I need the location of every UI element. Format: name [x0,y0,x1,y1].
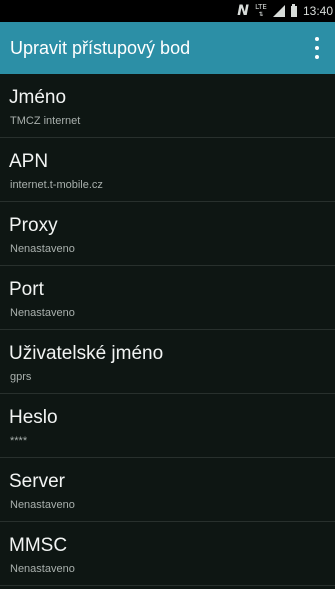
lte-arrows-icon: ⇅ [258,11,264,18]
lte-label: LTE [255,3,267,11]
setting-value: Nenastaveno [10,499,75,511]
action-bar: Upravit přístupový bod [0,22,335,74]
setting-title: Uživatelské jméno [9,343,164,364]
setting-item-apn[interactable]: APN internet.t-mobile.cz [0,138,335,202]
setting-value: internet.t-mobile.cz [10,179,103,191]
overflow-menu-icon[interactable] [311,33,323,63]
setting-title: Heslo [9,407,58,428]
nfc-icon: N [237,3,249,19]
setting-title: Port [9,279,44,300]
setting-item-password[interactable]: Heslo **** [0,394,335,458]
lte-icon: LTE ⇅ [255,3,267,19]
menu-dot [315,55,319,59]
setting-value: Nenastaveno [10,307,75,319]
setting-value: TMCZ internet [10,115,81,127]
setting-item-proxy[interactable]: Proxy Nenastaveno [0,202,335,266]
setting-title: APN [9,151,49,172]
setting-value: **** [10,435,28,447]
signal-icon [272,5,285,17]
setting-title: Server [9,471,65,492]
setting-item-name[interactable]: Jméno TMCZ internet [0,74,335,138]
setting-item-port[interactable]: Port Nenastaveno [0,266,335,330]
setting-value: Nenastaveno [10,563,75,575]
setting-title: Jméno [9,87,67,108]
status-time: 13:40 [302,4,333,18]
page-title: Upravit přístupový bod [10,38,191,58]
setting-title: MMSC [9,535,68,556]
menu-dot [315,46,319,50]
setting-item-server[interactable]: Server Nenastaveno [0,458,335,522]
setting-value: gprs [10,371,32,383]
setting-title: Proxy [9,215,58,236]
setting-item-mmsc[interactable]: MMSC Nenastaveno [0,522,335,586]
setting-value: Nenastaveno [10,243,75,255]
status-icons: N LTE ⇅ 13:40 [237,3,333,19]
battery-icon [290,4,297,17]
setting-item-username[interactable]: Uživatelské jméno gprs [0,330,335,394]
status-bar: N LTE ⇅ 13:40 [0,0,335,22]
menu-dot [315,37,319,41]
settings-list: Jméno TMCZ internet APN internet.t-mobil… [0,74,335,589]
